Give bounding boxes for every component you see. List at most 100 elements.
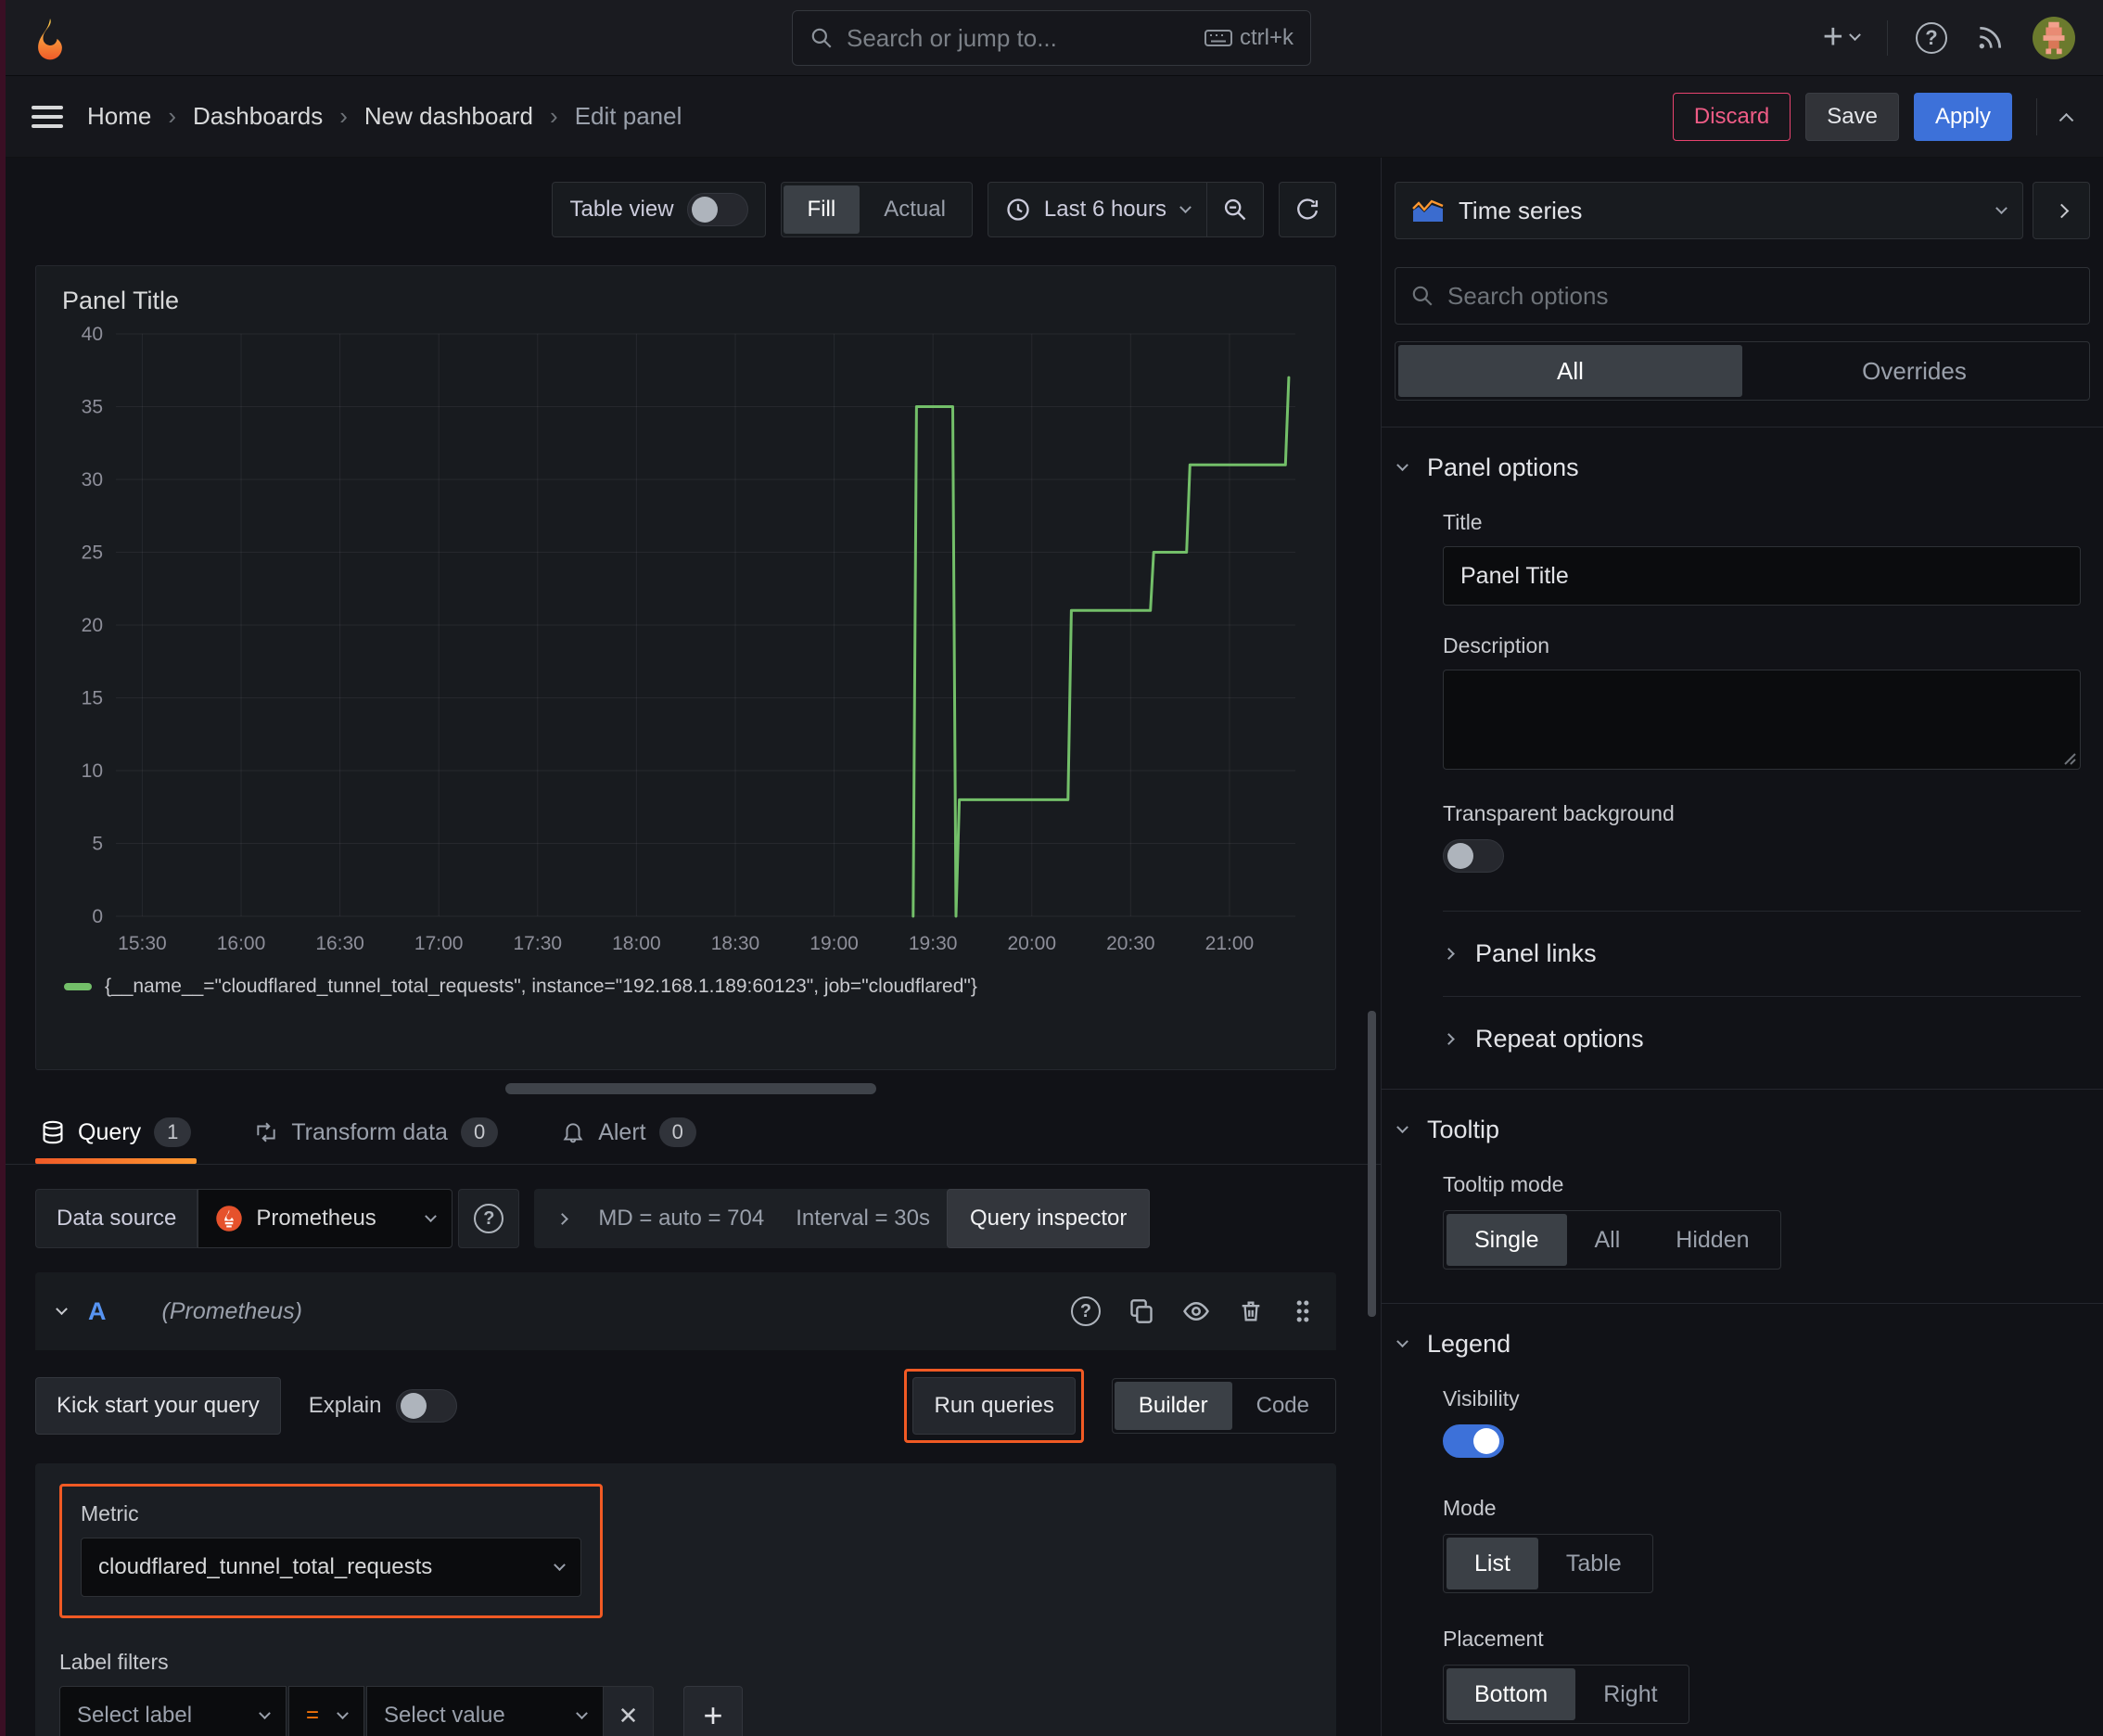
svg-text:16:00: 16:00 <box>217 933 266 954</box>
panel-title[interactable]: Panel Title <box>36 266 205 321</box>
panel-options-header[interactable]: Panel options <box>1382 428 2103 482</box>
metric-annotation: Metric cloudflared_tunnel_total_requests <box>59 1484 603 1618</box>
breadcrumb-dashboards[interactable]: Dashboards <box>193 102 323 131</box>
builder-option[interactable]: Builder <box>1114 1382 1232 1430</box>
discard-button[interactable]: Discard <box>1672 92 1791 141</box>
news-icon[interactable] <box>1975 23 2005 53</box>
time-range-label[interactable]: Last 6 hours <box>1044 197 1166 223</box>
tooltip-header[interactable]: Tooltip <box>1382 1090 2103 1144</box>
collapse-query-chevron-icon[interactable] <box>56 1302 68 1315</box>
svg-text:30: 30 <box>82 469 103 491</box>
placement-bottom-option[interactable]: Bottom <box>1447 1668 1576 1720</box>
remove-filter-button[interactable]: ✕ <box>604 1686 654 1736</box>
tab-alert[interactable]: Alert 0 <box>555 1117 702 1164</box>
metric-select[interactable]: cloudflared_tunnel_total_requests <box>81 1538 581 1597</box>
tooltip-title: Tooltip <box>1427 1116 1500 1143</box>
panel-options-title: Panel options <box>1427 453 1579 481</box>
keyboard-icon <box>1204 30 1232 46</box>
breadcrumb-home[interactable]: Home <box>87 102 151 131</box>
apply-button[interactable]: Apply <box>1913 92 2012 141</box>
tooltip-hidden-option[interactable]: Hidden <box>1648 1214 1777 1266</box>
kick-start-query-button[interactable]: Kick start your query <box>35 1377 281 1435</box>
explain-toggle[interactable] <box>396 1389 458 1423</box>
collapse-options-pane-button[interactable] <box>2033 182 2090 239</box>
tooltip-mode-segmented: Single All Hidden <box>1443 1210 1781 1270</box>
code-option[interactable]: Code <box>1232 1382 1333 1430</box>
drag-handle-icon[interactable] <box>1292 1298 1314 1324</box>
series-label[interactable]: {__name__="cloudflared_tunnel_total_requ… <box>105 976 977 998</box>
grafana-logo[interactable] <box>28 16 72 60</box>
avatar[interactable] <box>2033 16 2075 59</box>
refresh-button[interactable] <box>1279 182 1336 237</box>
description-textarea[interactable] <box>1443 670 2081 770</box>
time-range-chevron-icon[interactable] <box>1179 200 1192 213</box>
zoom-out-icon[interactable] <box>1207 197 1263 223</box>
tab-overrides[interactable]: Overrides <box>1742 345 2086 397</box>
tooltip-all-option[interactable]: All <box>1567 1214 1649 1266</box>
legend-list-option[interactable]: List <box>1447 1538 1538 1589</box>
breadcrumb: Home › Dashboards › New dashboard › Edit… <box>87 102 682 131</box>
operator-dropdown[interactable]: = <box>288 1686 364 1736</box>
tooltip-single-option[interactable]: Single <box>1447 1214 1567 1266</box>
left-pane-scrollbar[interactable] <box>1368 1011 1376 1317</box>
legend-header[interactable]: Legend <box>1382 1304 2103 1359</box>
legend-visibility-toggle[interactable] <box>1443 1424 1504 1458</box>
query-interval: Interval = 30s <box>796 1206 930 1231</box>
save-button[interactable]: Save <box>1805 92 1899 141</box>
global-search[interactable]: Search or jump to... ctrl+k <box>792 10 1311 66</box>
delete-query-icon[interactable] <box>1238 1298 1264 1324</box>
svg-text:15:30: 15:30 <box>118 933 167 954</box>
builder-code-segmented: Builder Code <box>1111 1378 1336 1434</box>
window-edge <box>0 0 6 1736</box>
help-icon[interactable]: ? <box>1916 21 1947 54</box>
actual-option[interactable]: Actual <box>860 185 970 234</box>
collapse-header-icon[interactable] <box>2058 111 2074 128</box>
svg-text:20:00: 20:00 <box>1007 933 1056 954</box>
query-options-collapsed[interactable]: MD = auto = 704 Interval = 30s <box>534 1189 954 1248</box>
visualization-chevron-icon <box>1995 201 2007 214</box>
repeat-options-label: Repeat options <box>1475 1025 1644 1053</box>
toggle-visibility-icon[interactable] <box>1182 1297 1210 1325</box>
breadcrumb-new-dashboard[interactable]: New dashboard <box>364 102 533 131</box>
time-series-chart[interactable]: 0 5 10 15 20 25 30 35 40 15:30 16:00 16:30 17:00 17:3… <box>57 321 1306 970</box>
placement-right-option[interactable]: Right <box>1575 1668 1685 1720</box>
add-filter-button[interactable]: + <box>683 1686 743 1736</box>
hamburger-menu-icon[interactable] <box>32 105 63 129</box>
panel-links-section[interactable]: Panel links <box>1443 912 2081 996</box>
fill-option[interactable]: Fill <box>783 185 860 234</box>
transparent-background-toggle[interactable] <box>1443 839 1504 873</box>
query-help-icon[interactable]: ? <box>1071 1296 1101 1326</box>
tab-query[interactable]: Query 1 <box>35 1117 198 1164</box>
select-value-chevron-icon <box>576 1706 588 1719</box>
repeat-options-section[interactable]: Repeat options <box>1443 997 2081 1081</box>
duplicate-query-icon[interactable] <box>1128 1298 1154 1324</box>
data-source-help-button[interactable]: ? <box>458 1189 520 1248</box>
select-value-placeholder: Select value <box>384 1703 505 1728</box>
data-source-row: Data source Prometheus ? MD = auto = 704… <box>35 1189 1336 1248</box>
query-inspector-button[interactable]: Query inspector <box>946 1189 1151 1248</box>
breadcrumb-separator: › <box>339 102 348 130</box>
run-queries-button[interactable]: Run queries <box>912 1377 1076 1435</box>
panel-title-input[interactable] <box>1443 546 2081 606</box>
description-label: Description <box>1443 633 1550 657</box>
explain-control: Explain <box>309 1389 458 1423</box>
query-row-header[interactable]: A (Prometheus) ? <box>35 1272 1336 1350</box>
table-view-toggle[interactable] <box>686 193 748 226</box>
tab-all[interactable]: All <box>1398 345 1742 397</box>
visualization-picker[interactable]: Time series <box>1395 182 2023 239</box>
tab-transform-data[interactable]: Transform data 0 <box>249 1117 503 1164</box>
prom-query-builder: Metric cloudflared_tunnel_total_requests… <box>35 1463 1336 1736</box>
search-options-input[interactable]: Search options <box>1395 267 2090 325</box>
data-source-picker[interactable]: Prometheus <box>198 1189 453 1248</box>
search-icon <box>1410 284 1434 308</box>
legend-table-option[interactable]: Table <box>1538 1538 1650 1589</box>
pane-resize-handle[interactable] <box>504 1083 876 1094</box>
breadcrumb-separator: › <box>168 102 177 130</box>
table-view-control: Table view <box>552 182 766 237</box>
transform-icon <box>254 1120 278 1144</box>
query-section: Data source Prometheus ? MD = auto = 704… <box>0 1165 1381 1736</box>
select-value-dropdown[interactable]: Select value <box>366 1686 604 1736</box>
select-label-dropdown[interactable]: Select label <box>59 1686 287 1736</box>
metric-value: cloudflared_tunnel_total_requests <box>98 1554 433 1579</box>
new-menu-button[interactable]: + <box>1823 18 1861 57</box>
